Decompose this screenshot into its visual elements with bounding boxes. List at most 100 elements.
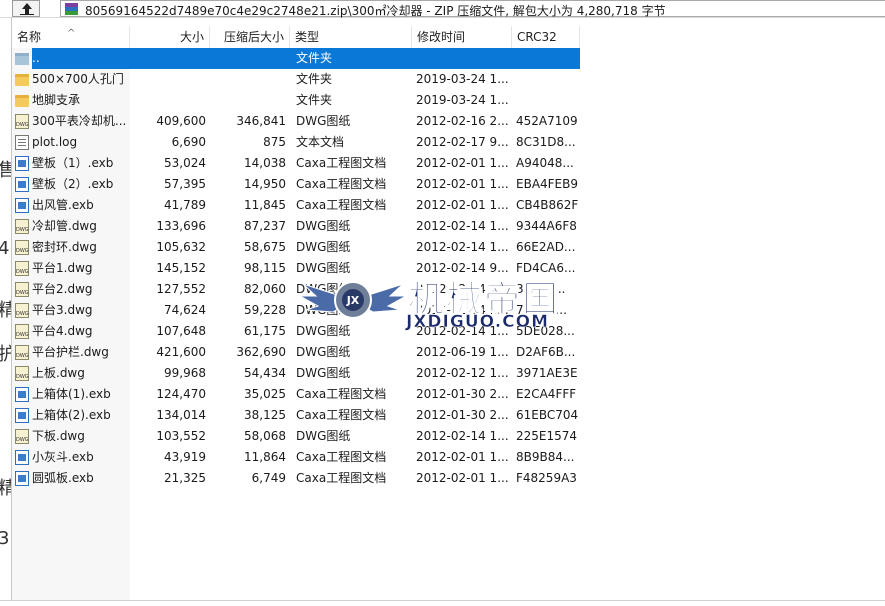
column-header-modified[interactable]: 修改时间 <box>412 26 512 48</box>
cell-size: 43,919 <box>164 450 206 464</box>
table-row[interactable]: 500×700人孔门 文件夹 2019-03-24 1... <box>12 69 580 90</box>
cell-name: 冷却管.dwg <box>32 219 97 233</box>
sort-ascending-icon: ^ <box>67 28 76 39</box>
cell-crc: 66E2AD... <box>516 240 576 254</box>
cell-type: DWG图纸 <box>296 345 351 359</box>
cell-size: 99,968 <box>164 366 206 380</box>
address-field[interactable]: 80569164522d7489e70c4e29c2748e21.zip\300… <box>60 0 885 18</box>
cell-modified: 2012-02-14 1... <box>416 219 508 233</box>
cell-modified: 2012-02-14 1... <box>416 240 508 254</box>
dwg-file-icon <box>15 261 29 276</box>
cell-packed <box>210 48 286 69</box>
cell-type: DWG图纸 <box>296 240 351 254</box>
cell-type: Caxa工程图文档 <box>296 471 387 485</box>
cell-size: 103,552 <box>156 429 206 443</box>
cell-packed: 11,864 <box>244 450 286 464</box>
zip-archive-icon <box>65 3 78 15</box>
caxa-file-icon <box>15 387 29 402</box>
cell-type: DWG图纸 <box>296 114 351 128</box>
cell-packed: 87,237 <box>244 219 286 233</box>
cell-name: 上板.dwg <box>32 366 85 380</box>
column-header-packed[interactable]: 压缩后大小 <box>210 26 290 48</box>
caxa-file-icon <box>15 156 29 171</box>
table-row[interactable]: .. 文件夹 <box>12 48 580 69</box>
cell-name: 平台护栏.dwg <box>32 345 109 359</box>
cell-size: 57,395 <box>164 177 206 191</box>
table-row[interactable]: 小灰斗.exb 43,919 11,864 Caxa工程图文档 2012-02-01 1… <box>12 447 580 468</box>
table-row[interactable]: plot.log 6,690 875 文本文档 2012-02-17 9... 8C31D… <box>12 132 580 153</box>
up-folder-button[interactable] <box>12 0 40 17</box>
cell-packed: 58,068 <box>244 429 286 443</box>
cell-crc: 61EBC704 <box>516 408 579 422</box>
cell-type: Caxa工程图文档 <box>296 450 387 464</box>
cell-crc <box>516 90 580 111</box>
cell-size: 6,690 <box>171 135 206 149</box>
cell-type: Caxa工程图文档 <box>296 387 387 401</box>
column-header-crc[interactable]: CRC32 <box>512 26 580 48</box>
table-row[interactable]: 密封环.dwg 105,632 58,675 DWG图纸 2012-02-14 1...… <box>12 237 580 258</box>
edge-glyph: 3 <box>0 528 10 549</box>
table-row[interactable]: 下板.dwg 103,552 58,068 DWG图纸 2012-02-14 1... 2… <box>12 426 580 447</box>
table-row[interactable]: 出风管.exb 41,789 11,845 Caxa工程图文档 2012-02-01 1… <box>12 195 580 216</box>
cell-size: 74,624 <box>164 303 206 317</box>
cell-crc <box>516 48 580 69</box>
cell-packed: 14,038 <box>244 156 286 170</box>
table-row[interactable]: 壁板（1）.exb 53,024 14,038 Caxa工程图文档 2012-02-01… <box>12 153 580 174</box>
cell-type: 文件夹 <box>296 51 333 65</box>
cell-modified <box>416 48 508 69</box>
column-header-size[interactable]: 大小 <box>130 26 210 48</box>
table-row[interactable]: 圆弧板.exb 21,325 6,749 Caxa工程图文档 2012-02-01 1.… <box>12 468 580 489</box>
path-bar: 80569164522d7489e70c4e29c2748e21.zip\300… <box>0 0 885 18</box>
cell-packed: 875 <box>263 135 286 149</box>
table-row[interactable]: 上板.dwg 99,968 54,434 DWG图纸 2012-02-12 1... 39… <box>12 363 580 384</box>
caxa-file-icon <box>15 450 29 465</box>
edge-glyph: 4 <box>0 238 10 259</box>
cell-name: 圆弧板.exb <box>32 471 94 485</box>
cell-type: 文件夹 <box>296 93 333 107</box>
cell-packed: 98,115 <box>244 261 286 275</box>
text-file-icon <box>15 135 29 150</box>
cell-type: 文件夹 <box>296 72 333 86</box>
cell-crc: 225E1574 <box>516 429 578 443</box>
cell-name: 壁板（2）.exb <box>32 177 114 191</box>
cell-name: 300平表冷却机... <box>32 114 127 128</box>
cell-size: 134,014 <box>156 408 206 422</box>
cell-crc: 452A7109 <box>516 114 578 128</box>
cell-modified: 2012-02-01 1... <box>416 198 508 212</box>
cell-packed: 54,434 <box>244 366 286 380</box>
table-row[interactable]: 300平表冷却机... 409,600 346,841 DWG图纸 2012-02-16… <box>12 111 580 132</box>
cell-name: 500×700人孔门 <box>32 72 124 86</box>
cell-packed: 38,125 <box>244 408 286 422</box>
cell-size: 409,600 <box>156 114 206 128</box>
cell-modified: 2012-02-17 9... <box>416 135 508 149</box>
cell-type: Caxa工程图文档 <box>296 177 387 191</box>
table-row[interactable]: 冷却管.dwg 133,696 87,237 DWG图纸 2012-02-14 1...… <box>12 216 580 237</box>
cell-size: 124,470 <box>156 387 206 401</box>
cell-crc <box>516 69 580 90</box>
dwg-file-icon <box>15 345 29 360</box>
cell-modified: 2012-02-16 2... <box>416 114 508 128</box>
cell-size <box>130 48 206 69</box>
cell-size: 133,696 <box>156 219 206 233</box>
watermark-url: JXDIGUO.COM <box>406 312 550 333</box>
cell-crc: EBA4FEB9 <box>516 177 579 191</box>
table-row[interactable]: 地脚支承 文件夹 2019-03-24 1... <box>12 90 580 111</box>
cell-size: 53,024 <box>164 156 206 170</box>
cell-type: DWG图纸 <box>296 429 351 443</box>
cell-size: 421,600 <box>156 345 206 359</box>
table-row[interactable]: 上箱体(1).exb 124,470 35,025 Caxa工程图文档 2012-01-… <box>12 384 580 405</box>
cell-modified: 2012-02-01 1... <box>416 156 508 170</box>
cell-name: 壁板（1）.exb <box>32 156 114 170</box>
column-header-name[interactable]: 名称 ^ <box>12 26 130 48</box>
cell-name: plot.log <box>32 135 78 149</box>
table-row[interactable]: 上箱体(2).exb 134,014 38,125 Caxa工程图文档 2012-01-… <box>12 405 580 426</box>
cell-packed: 362,690 <box>236 345 286 359</box>
folder-icon <box>15 74 29 86</box>
column-header: 名称 ^ 大小 压缩后大小 类型 修改时间 CRC32 <box>12 26 580 48</box>
watermark: JX 机械帝国 JXDIGUO.COM <box>298 262 598 337</box>
column-header-type[interactable]: 类型 <box>290 26 412 48</box>
table-row[interactable]: 壁板（2）.exb 57,395 14,950 Caxa工程图文档 2012-02-01… <box>12 174 580 195</box>
cell-modified: 2019-03-24 1... <box>416 93 508 107</box>
dwg-file-icon <box>15 240 29 255</box>
table-row[interactable]: 平台护栏.dwg 421,600 362,690 DWG图纸 2012-06-19 1.… <box>12 342 580 363</box>
